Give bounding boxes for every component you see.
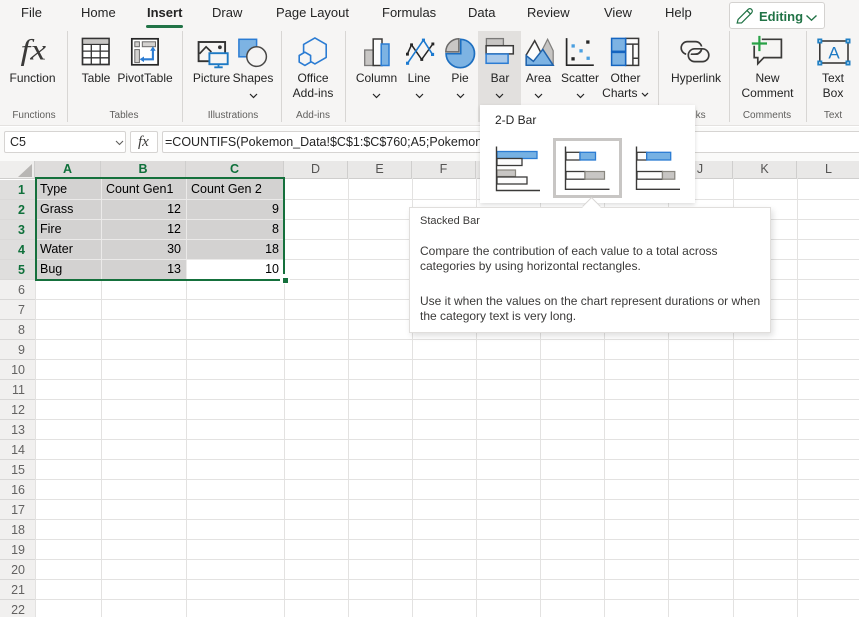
svg-text:A: A — [828, 44, 840, 63]
svg-text:fx: fx — [21, 34, 47, 67]
